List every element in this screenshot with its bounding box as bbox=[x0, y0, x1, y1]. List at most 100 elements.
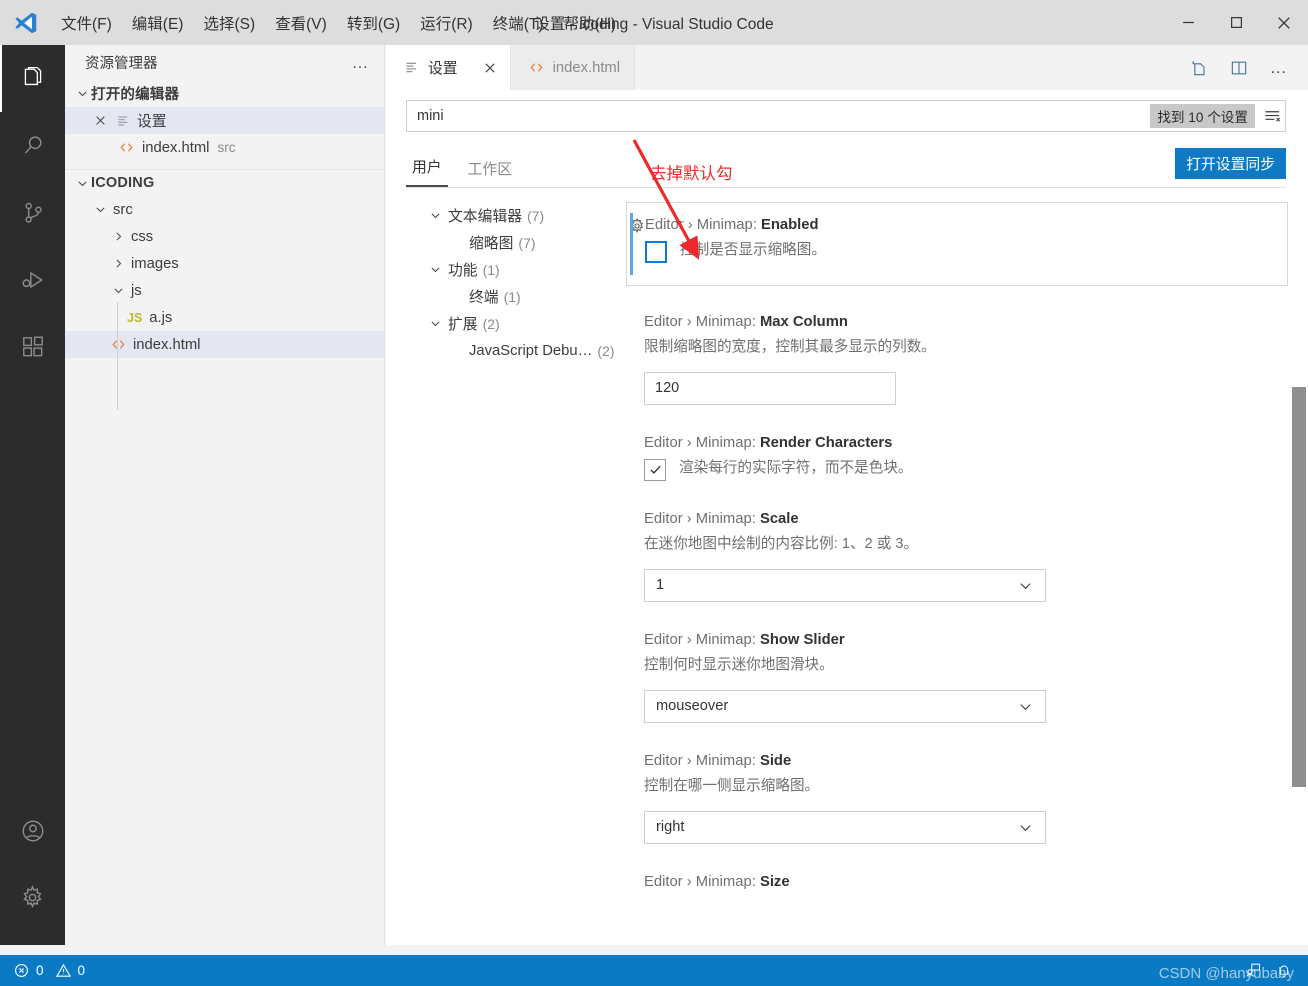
setting-editor-minimap-size[interactable]: Editor › Minimap: Size bbox=[626, 874, 1288, 890]
setting-key-show-slider: Editor › Minimap: Show Slider bbox=[644, 632, 1288, 648]
menu-file[interactable]: 文件(F) bbox=[52, 8, 121, 38]
setting-editor-minimap-scale[interactable]: Editor › Minimap: Scale 在迷你地图中绘制的内容比例: 1… bbox=[626, 511, 1288, 602]
tab-settings[interactable]: 设置 bbox=[386, 45, 511, 90]
toc-javascript-debugger-count: (2) bbox=[597, 342, 615, 359]
sidebar-title-label: 资源管理器 bbox=[85, 56, 158, 72]
activity-run-debug-icon[interactable] bbox=[0, 246, 65, 313]
menu-terminal[interactable]: 终端(T) bbox=[484, 8, 553, 38]
section-open-editors[interactable]: 打开的编辑器 bbox=[65, 80, 384, 107]
setting-editor-minimap-enabled[interactable]: Editor › Minimap: Enabled 控制是否显示缩略图。 bbox=[626, 202, 1288, 286]
manage-gear-icon[interactable] bbox=[0, 864, 65, 931]
modified-indicator bbox=[630, 213, 633, 275]
activity-extensions-icon[interactable] bbox=[0, 313, 65, 380]
clear-filter-icon[interactable] bbox=[1259, 107, 1285, 126]
menu-selection[interactable]: 选择(S) bbox=[194, 8, 264, 38]
html-file-icon bbox=[529, 60, 544, 75]
close-button[interactable] bbox=[1260, 0, 1308, 45]
setting-editor-minimap-max-column[interactable]: Editor › Minimap: Max Column 限制缩略图的宽度，控制… bbox=[626, 314, 1288, 405]
tab-close-icon[interactable] bbox=[484, 62, 496, 74]
settings-search-input[interactable] bbox=[407, 101, 1151, 131]
window-controls[interactable] bbox=[1164, 0, 1308, 45]
sidebar-more-icon[interactable]: … bbox=[352, 53, 371, 73]
setting-editor-minimap-show-slider[interactable]: Editor › Minimap: Show Slider 控制何时显示迷你地图… bbox=[626, 632, 1288, 723]
minimap-enabled-checkbox[interactable] bbox=[645, 241, 667, 263]
activity-source-control-icon[interactable] bbox=[0, 179, 65, 246]
settings-scrollbar[interactable] bbox=[1292, 387, 1306, 787]
setting-key-prefix: Editor › Minimap: bbox=[644, 752, 760, 769]
open-editor-settings[interactable]: 设置 bbox=[65, 107, 384, 134]
tree-folder-css-label: css bbox=[131, 228, 154, 245]
split-editor-icon[interactable] bbox=[1226, 55, 1252, 81]
setting-scale-description: 在迷你地图中绘制的内容比例: 1、2 或 3。 bbox=[644, 535, 919, 552]
setting-editor-minimap-side[interactable]: Editor › Minimap: Side 控制在哪一侧显示缩略图。 righ… bbox=[626, 753, 1288, 844]
setting-key-scale: Editor › Minimap: Scale bbox=[644, 511, 1288, 527]
tree-file-a-js-label: a.js bbox=[149, 309, 173, 326]
more-actions-icon[interactable]: … bbox=[1266, 55, 1292, 81]
close-icon[interactable] bbox=[91, 115, 109, 126]
tree-folder-css[interactable]: css bbox=[65, 223, 384, 250]
toc-javascript-debugger[interactable]: JavaScript Debu… (2) bbox=[426, 337, 626, 364]
menu-edit[interactable]: 编辑(E) bbox=[123, 8, 193, 38]
warning-icon bbox=[55, 963, 71, 978]
js-file-icon: JS bbox=[127, 310, 143, 325]
menu-help[interactable]: 帮助(H) bbox=[555, 8, 626, 38]
toc-extensions[interactable]: 扩展 (2) bbox=[426, 310, 626, 337]
tab-user-settings[interactable]: 用户 bbox=[406, 156, 448, 187]
setting-max-column-description: 限制缩略图的宽度，控制其最多显示的列数。 bbox=[644, 339, 936, 355]
chevron-down-icon bbox=[426, 209, 444, 222]
notifications-bell-icon[interactable] bbox=[1276, 963, 1292, 979]
setting-key-render-characters: Editor › Minimap: Render Characters bbox=[644, 435, 1288, 451]
tab-index-html[interactable]: index.html bbox=[510, 45, 636, 90]
settings-panes: 文本编辑器 (7) 缩略图 (7) 功能 (1) 终端 (1) 扩展 (2) J… bbox=[386, 202, 1308, 942]
setting-key-name: Enabled bbox=[760, 217, 819, 233]
status-bar: 0 0 CSDN @hanyubaby bbox=[0, 955, 1308, 986]
toc-features[interactable]: 功能 (1) bbox=[426, 256, 626, 283]
vscode-window: 文件(F) 编辑(E) 选择(S) 查看(V) 转到(G) 运行(R) 终端(T… bbox=[0, 0, 1308, 986]
tree-folder-js[interactable]: js bbox=[65, 277, 384, 304]
menu-bar[interactable]: 文件(F) 编辑(E) 选择(S) 查看(V) 转到(G) 运行(R) 终端(T… bbox=[52, 0, 627, 45]
setting-key-name: Show Slider bbox=[759, 631, 845, 648]
setting-key-name: Scale bbox=[759, 510, 799, 527]
maximize-button[interactable] bbox=[1212, 0, 1260, 45]
feedback-icon[interactable] bbox=[1245, 962, 1262, 979]
chevron-down-icon bbox=[73, 177, 91, 190]
setting-key-max-column: Editor › Minimap: Max Column bbox=[644, 314, 1288, 330]
toc-text-editor-count: (7) bbox=[527, 207, 545, 224]
tab-workspace-settings[interactable]: 工作区 bbox=[462, 158, 518, 187]
toc-text-editor[interactable]: 文本编辑器 (7) bbox=[426, 202, 626, 229]
open-editor-index-html[interactable]: index.html src bbox=[65, 134, 384, 161]
tree-file-index-html[interactable]: index.html bbox=[65, 331, 384, 358]
tree-file-a-js[interactable]: JS a.js bbox=[65, 304, 384, 331]
status-problems[interactable]: 0 0 bbox=[0, 963, 85, 978]
settings-search-box[interactable]: 找到 10 个设置 bbox=[406, 100, 1286, 132]
minimap-max-column-input[interactable] bbox=[644, 371, 896, 405]
settings-file-icon bbox=[114, 114, 132, 128]
activity-search-icon[interactable] bbox=[0, 112, 65, 179]
setting-key-side: Editor › Minimap: Side bbox=[644, 753, 1288, 769]
editor-toolbar: … bbox=[1186, 45, 1302, 90]
menu-view[interactable]: 查看(V) bbox=[266, 8, 336, 38]
editor-area: 设置 index.html … mini 找到 10 个设置 用户 工作区 打开… bbox=[386, 45, 1308, 945]
activity-explorer-icon[interactable] bbox=[0, 45, 65, 112]
menu-run[interactable]: 运行(R) bbox=[411, 8, 482, 38]
toc-terminal[interactable]: 终端 (1) bbox=[426, 283, 626, 310]
section-project-root[interactable]: ICODING bbox=[65, 169, 384, 196]
turn-on-settings-sync-button[interactable]: 打开设置同步 bbox=[1175, 148, 1286, 179]
minimize-button[interactable] bbox=[1164, 0, 1212, 45]
settings-result-count: 找到 10 个设置 bbox=[1150, 104, 1255, 128]
tree-folder-images[interactable]: images bbox=[65, 250, 384, 277]
setting-key-size: Editor › Minimap: Size bbox=[644, 874, 1288, 890]
html-file-icon bbox=[109, 337, 127, 352]
open-settings-json-icon[interactable] bbox=[1186, 55, 1212, 81]
minimap-render-characters-checkbox[interactable] bbox=[644, 458, 666, 481]
tree-folder-src[interactable]: src bbox=[65, 196, 384, 223]
open-editor-index-html-meta: src bbox=[217, 140, 236, 155]
setting-editor-minimap-render-characters[interactable]: Editor › Minimap: Render Characters 渲染每行… bbox=[626, 435, 1288, 481]
minimap-scale-select[interactable]: 1 bbox=[644, 568, 1046, 602]
minimap-show-slider-select[interactable]: mouseover bbox=[644, 689, 1046, 723]
minimap-side-select[interactable]: right bbox=[644, 810, 1046, 844]
chevron-down-icon bbox=[1018, 699, 1033, 714]
menu-go[interactable]: 转到(G) bbox=[338, 8, 409, 38]
toc-minimap[interactable]: 缩略图 (7) bbox=[426, 229, 626, 256]
account-icon[interactable] bbox=[0, 797, 65, 864]
